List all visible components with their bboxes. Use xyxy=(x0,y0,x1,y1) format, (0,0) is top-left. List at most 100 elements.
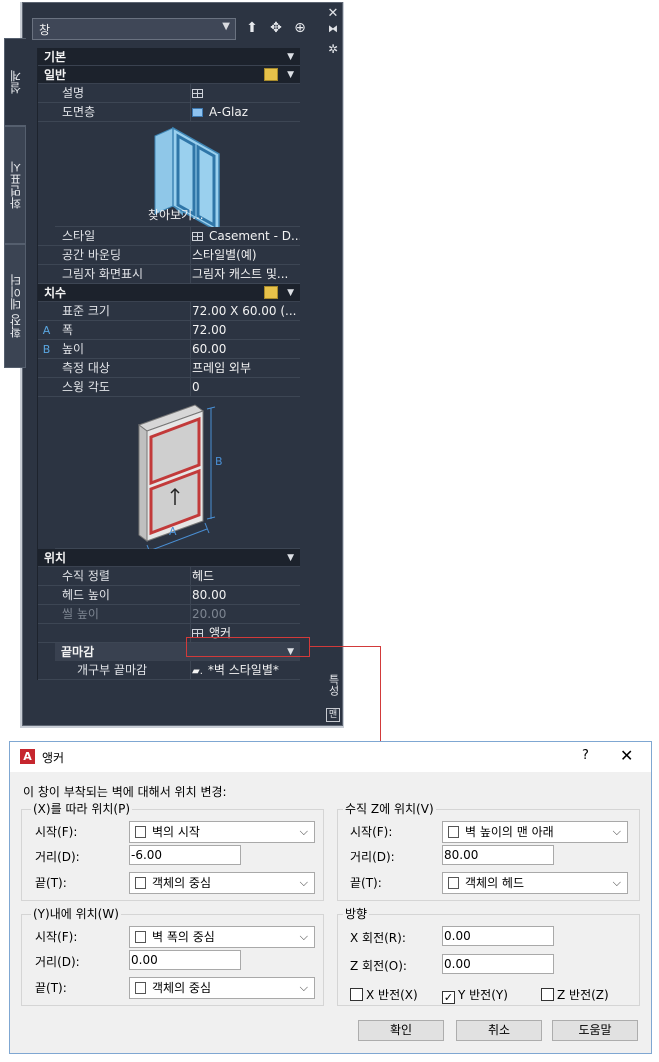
z-flip-checkbox[interactable]: Z 반전(Z) xyxy=(541,986,609,1003)
window-dimension-diagram: B A xyxy=(137,404,223,556)
close-icon[interactable]: ✕ xyxy=(323,6,343,21)
x-end-select[interactable]: 객체의 중심 ⌵ xyxy=(129,872,315,894)
category-basic[interactable]: 기본 ▼ xyxy=(38,48,300,66)
row-gutter xyxy=(38,246,55,264)
collapse-icon: ▼ xyxy=(287,288,294,298)
z-distance-input[interactable]: 80.00 xyxy=(442,845,554,865)
property-row-measure-to[interactable]: 측정 대상 프레임 외부 xyxy=(38,359,300,378)
browse-style-link[interactable]: 찾아보기... xyxy=(148,206,204,223)
x-start-select[interactable]: 벽의 시작 ⌵ xyxy=(129,821,315,843)
property-row-swing-angle[interactable]: 스윙 각도 0 xyxy=(38,378,300,397)
property-row-layer[interactable]: 도면층 A-Glaz xyxy=(38,103,300,122)
property-value: Casement - D... xyxy=(191,227,300,245)
z-end-select[interactable]: 객체의 헤드 ⌵ xyxy=(442,872,628,894)
category-finish-label: 끝마감 xyxy=(61,645,95,659)
settings-icon[interactable]: ✲ xyxy=(323,42,343,56)
property-row-opening-finish[interactable]: 개구부 끝마감 ▰. *벽 스타일별* xyxy=(38,661,300,680)
property-value: A-Glaz xyxy=(191,103,300,121)
z-end-label: 끝(T): xyxy=(350,876,382,890)
property-row-standard-size[interactable]: 표준 크기 72.00 X 60.00 (... xyxy=(38,302,300,321)
z-rotation-input[interactable]: 0.00 xyxy=(442,954,554,974)
style-value: Casement - D... xyxy=(209,229,300,243)
y-flip-checkbox[interactable]: ✓ Y 반전(Y) xyxy=(442,986,508,1004)
quick-select-icon[interactable]: ⬆ xyxy=(243,19,261,37)
dialog-title-bar: A 앵커 ? ✕ xyxy=(10,742,651,772)
object-head-icon xyxy=(448,877,459,889)
cancel-button[interactable]: 취소 xyxy=(456,1020,542,1041)
property-row-shadow-display[interactable]: 그림자 화면표시 그림자 캐스트 및... xyxy=(38,265,300,284)
quick-properties-icon[interactable] xyxy=(264,68,278,81)
category-dimensions[interactable]: 치수 ▼ xyxy=(38,284,300,302)
category-location-label: 위치 xyxy=(44,551,67,565)
wall-start-icon xyxy=(135,826,146,838)
callout-connector xyxy=(380,646,381,742)
row-gutter xyxy=(38,605,55,623)
x-flip-checkbox[interactable]: X 반전(X) xyxy=(350,986,418,1003)
property-value: 그림자 캐스트 및... xyxy=(192,267,289,281)
tab-display[interactable]: 화면표시 xyxy=(4,126,26,244)
z-distance-label: 거리(D): xyxy=(350,850,395,864)
row-gutter xyxy=(38,567,55,585)
object-type-value: 창 xyxy=(39,23,51,37)
property-name: 헤드 높이 xyxy=(55,586,191,604)
property-name: 그림자 화면표시 xyxy=(55,265,191,283)
category-general[interactable]: 일반 ▼ xyxy=(38,66,300,84)
y-end-select[interactable]: 객체의 중심 ⌵ xyxy=(129,977,315,999)
help-icon[interactable]: ? xyxy=(582,748,589,763)
property-row-style[interactable]: 스타일 Casement - D... xyxy=(38,227,300,246)
property-value: 스타일별(예) xyxy=(192,248,257,262)
tab-design[interactable]: 설계 xyxy=(4,38,26,126)
callout-connector xyxy=(309,646,381,647)
anchor-dialog: A 앵커 ? ✕ 이 창이 부착되는 벽에 대해서 위치 변경: (X)를 따라… xyxy=(9,741,652,1054)
x-position-group-label: (X)를 따라 위치(P) xyxy=(31,800,133,817)
property-row-height[interactable]: B 높이 60.00 xyxy=(38,340,300,359)
chevron-down-icon: ⌵ xyxy=(612,876,621,889)
z-start-value: 벽 높이의 맨 아래 xyxy=(465,825,554,839)
y-distance-input[interactable]: 0.00 xyxy=(129,950,241,970)
close-icon[interactable]: ✕ xyxy=(620,746,633,765)
row-gutter xyxy=(38,661,55,679)
property-row-space-bounding[interactable]: 공간 바운딩 스타일별(예) xyxy=(38,246,300,265)
finish-value: *벽 스타일별* xyxy=(207,663,279,677)
property-row-vertical-alignment[interactable]: 수직 정렬 헤드 xyxy=(38,567,300,586)
layer-value: A-Glaz xyxy=(209,105,248,119)
z-position-group-label: 수직 Z에 위치(V) xyxy=(343,800,436,817)
z-start-select[interactable]: 벽 높이의 맨 아래 ⌵ xyxy=(442,821,628,843)
collapse-icon: ▼ xyxy=(287,553,294,563)
x-rotation-input[interactable]: 0.00 xyxy=(442,926,554,946)
palette-corner-label: 맨 xyxy=(326,708,340,722)
ok-button[interactable]: 확인 xyxy=(358,1020,444,1041)
property-row-sill-height: 씰 높이 20.00 xyxy=(38,605,300,624)
property-value: ▰. *벽 스타일별* xyxy=(191,661,300,679)
category-location[interactable]: 위치 ▼ xyxy=(38,549,300,567)
property-value: 80.00 xyxy=(192,588,227,602)
property-value: 20.00 xyxy=(192,607,227,621)
property-value: 72.00 X 60.00 (... xyxy=(192,304,297,318)
property-row-description[interactable]: 설명 xyxy=(38,84,300,103)
property-row-head-height[interactable]: 헤드 높이 80.00 xyxy=(38,586,300,605)
property-name: 높이 xyxy=(55,340,191,358)
z-rotation-label: Z 회전(O): xyxy=(350,959,407,973)
toggle-pickadd-icon[interactable]: ⊕ xyxy=(291,19,309,37)
collapse-icon: ▼ xyxy=(287,70,294,80)
y-start-select[interactable]: 벽 폭의 중심 ⌵ xyxy=(129,926,315,948)
chevron-down-icon: ▼ xyxy=(222,21,230,32)
tab-design-label: 설계 xyxy=(9,70,23,94)
property-name: 스윙 각도 xyxy=(55,378,191,396)
finish-icon: ▰. xyxy=(192,666,203,677)
row-gutter xyxy=(38,84,55,102)
category-general-label: 일반 xyxy=(44,68,67,82)
autohide-icon[interactable]: ⧓ xyxy=(323,24,343,35)
x-distance-input[interactable]: -6.00 xyxy=(129,845,241,865)
style-preview-cell[interactable]: 찾아보기... xyxy=(55,122,300,234)
tab-extended-data[interactable]: 확장 데이터 xyxy=(4,244,26,368)
pick-objects-icon[interactable]: ✥ xyxy=(267,19,285,37)
object-type-select[interactable]: 창 ▼ xyxy=(32,18,236,40)
row-mark: A xyxy=(42,324,51,337)
property-value: 0 xyxy=(192,380,200,394)
property-row-width[interactable]: A 폭 72.00 xyxy=(38,321,300,340)
help-button[interactable]: 도움말 xyxy=(552,1020,638,1041)
row-mark xyxy=(38,378,55,396)
x-end-value: 객체의 중심 xyxy=(152,876,212,890)
quick-properties-icon[interactable] xyxy=(264,286,278,299)
